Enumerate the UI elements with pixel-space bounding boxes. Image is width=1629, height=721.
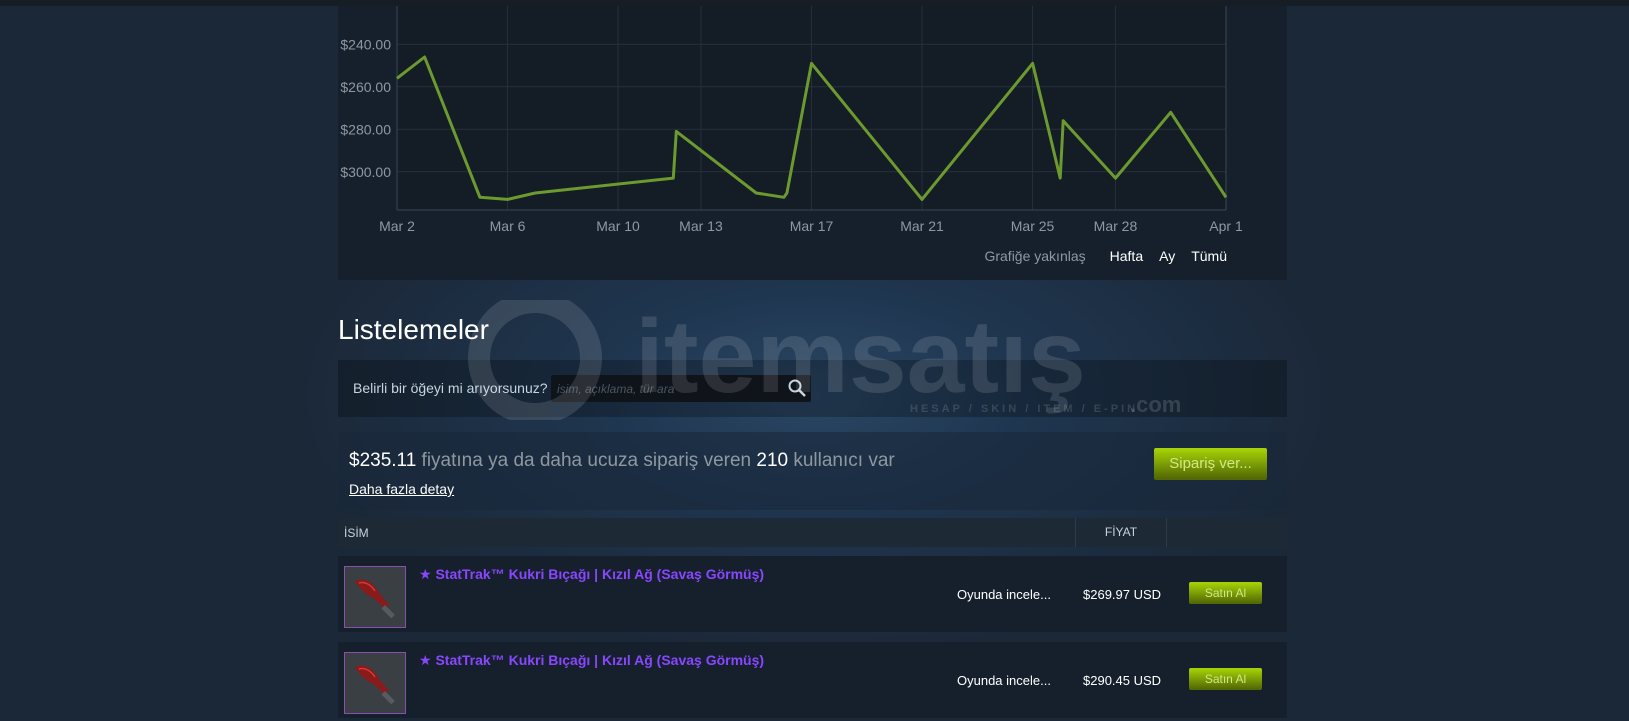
y-tick-label: $300.00 xyxy=(340,164,391,180)
inspect-in-game-link[interactable]: Oyunda incele... xyxy=(957,587,1051,602)
table-row: ★ StatTrak™ Kukri Bıçağı | Kızıl Ağ (Sav… xyxy=(338,642,1287,718)
column-header-name: İSİM xyxy=(344,526,369,540)
y-tick-label: $240.00 xyxy=(340,36,391,52)
y-tick-label: $280.00 xyxy=(340,121,391,137)
inspect-in-game-link[interactable]: Oyunda incele... xyxy=(957,673,1051,688)
listings-title: Listelemeler xyxy=(338,314,489,345)
knife-icon xyxy=(355,665,395,705)
listing-price: $290.45 USD xyxy=(1083,673,1162,688)
zoom-label: Grafiğe yakınlaş xyxy=(984,248,1086,264)
item-thumbnail[interactable] xyxy=(344,652,406,714)
more-details-link[interactable]: Daha fazla detay xyxy=(349,481,454,497)
table-row: ★ StatTrak™ Kukri Bıçağı | Kızıl Ağ (Sav… xyxy=(338,556,1287,632)
x-tick-label: Mar 6 xyxy=(490,218,526,234)
buy-order-count: 210 xyxy=(756,450,789,471)
x-tick-label: Mar 10 xyxy=(596,218,640,234)
search-label: Belirli bir öğeyi mi arıyorsunuz? xyxy=(353,380,548,396)
item-name-link[interactable]: ★ StatTrak™ Kukri Bıçağı | Kızıl Ağ (Sav… xyxy=(419,652,764,669)
zoom-all-link[interactable]: Tümü xyxy=(1191,248,1227,264)
x-tick-label: Mar 25 xyxy=(1011,218,1055,234)
x-tick-label: Mar 2 xyxy=(379,218,415,234)
price-history-chart: $300.00 $280.00 $260.00 $240.00 Mar 2 Mar 6 M… xyxy=(340,6,1243,234)
knife-icon xyxy=(355,579,395,619)
listing-price: $269.97 USD xyxy=(1083,587,1162,602)
search-input[interactable] xyxy=(555,378,779,400)
x-tick-label: Apr 1 xyxy=(1209,218,1243,234)
column-header-price: FİYAT xyxy=(1075,518,1167,547)
search-box xyxy=(551,375,811,402)
zoom-week-link[interactable]: Hafta xyxy=(1110,248,1143,264)
item-name-link[interactable]: ★ StatTrak™ Kukri Bıçağı | Kızıl Ağ (Sav… xyxy=(419,566,764,583)
y-tick-label: $260.00 xyxy=(340,79,391,95)
buy-button[interactable]: Satın Al xyxy=(1189,668,1262,690)
buy-order-text-1: fiyatına ya da daha ucuza sipariş veren xyxy=(416,450,757,471)
chart-zoom-controls: Grafiğe yakınlaş Hafta Ay Tümü xyxy=(984,248,1227,264)
item-thumbnail[interactable] xyxy=(344,566,406,628)
listing-search-bar: Belirli bir öğeyi mi arıyorsunuz? xyxy=(338,360,1287,417)
buy-order-summary: $235.11 fiyatına ya da daha ucuza sipari… xyxy=(349,450,895,472)
buy-order-panel: $235.11 fiyatına ya da daha ucuza sipari… xyxy=(338,432,1287,510)
buy-order-price: $235.11 xyxy=(349,450,417,471)
x-tick-label: Mar 21 xyxy=(900,218,944,234)
zoom-month-link[interactable]: Ay xyxy=(1159,248,1175,264)
listing-table-header: İSİM FİYAT xyxy=(338,518,1287,547)
buy-order-text-2: kullanıcı var xyxy=(788,450,895,471)
search-icon[interactable] xyxy=(787,378,807,398)
x-tick-label: Mar 17 xyxy=(790,218,834,234)
x-tick-label: Mar 13 xyxy=(679,218,723,234)
buy-button[interactable]: Satın Al xyxy=(1189,582,1262,604)
place-order-button[interactable]: Sipariş ver... xyxy=(1154,448,1267,480)
price-history-chart-panel: $300.00 $280.00 $260.00 $240.00 Mar 2 Mar 6 M… xyxy=(338,6,1287,280)
x-tick-label: Mar 28 xyxy=(1094,218,1138,234)
